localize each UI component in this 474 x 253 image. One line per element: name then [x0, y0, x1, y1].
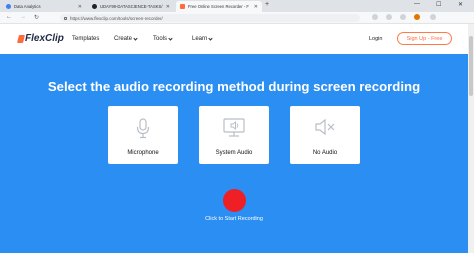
nav-tools-label: Tools	[153, 36, 168, 42]
signup-button[interactable]: Sign Up - Free	[397, 32, 452, 45]
microphone-icon	[136, 118, 150, 139]
browser-toolbar: ← → ↻ https://www.flexclip.com/tools/scr…	[0, 12, 474, 24]
close-tab-icon[interactable]: ✕	[78, 4, 82, 10]
system-audio-option-card[interactable]: System Audio	[199, 106, 269, 164]
address-bar[interactable]: https://www.flexclip.com/tools/screen-re…	[60, 14, 360, 22]
nav-templates[interactable]: Templates	[72, 36, 99, 42]
page-title: Select the audio recording method during…	[47, 79, 421, 94]
data-analytics-favicon-icon	[6, 4, 11, 9]
back-button[interactable]: ←	[6, 14, 12, 20]
logo-text: FlexClip	[25, 33, 64, 44]
forward-button[interactable]: →	[20, 14, 26, 20]
nav-tools[interactable]: Tools	[153, 35, 173, 42]
close-tab-icon[interactable]: ✕	[166, 4, 170, 10]
browser-tab-flexclip[interactable]: Free Online Screen Recorder - F ✕	[176, 1, 262, 12]
browser-tab-data-analytics[interactable]: Data Analytics ✕	[2, 1, 86, 12]
scrollbar-thumb[interactable]	[469, 36, 473, 96]
flexclip-logo-mark-icon	[17, 34, 25, 43]
nav-templates-label: Templates	[72, 36, 100, 42]
nav-create-label: Create	[114, 36, 133, 42]
browser-tab-github[interactable]: UDAY99-DATASCIENCE-TASKS/ ✕	[88, 1, 174, 12]
no-audio-option-label: No Audio	[312, 150, 338, 156]
close-tab-icon[interactable]: ✕	[254, 4, 258, 10]
minimize-button[interactable]: —	[414, 1, 420, 7]
collections-icon[interactable]	[400, 14, 406, 20]
start-recording-label: Click to Start Recording	[205, 216, 263, 222]
tab-title: Data Analytics	[14, 4, 41, 9]
close-window-button[interactable]: ✕	[458, 1, 463, 8]
microphone-option-label: Microphone	[127, 150, 159, 156]
tab-title: Free Online Screen Recorder - F	[188, 4, 249, 9]
extension-icon[interactable]	[372, 14, 378, 20]
url-text: https://www.flexclip.com/tools/screen-re…	[70, 15, 163, 21]
maximize-button[interactable]: ☐	[436, 1, 441, 8]
nav-create[interactable]: Create	[114, 35, 138, 42]
system-audio-option-label: System Audio	[215, 150, 253, 156]
nav-learn[interactable]: Learn	[192, 35, 213, 42]
system-audio-icon	[223, 118, 245, 137]
profile-avatar-icon[interactable]	[414, 14, 420, 20]
flexclip-logo[interactable]: FlexClip	[17, 33, 64, 44]
new-tab-button[interactable]: +	[265, 1, 269, 8]
tab-title: UDAY99-DATASCIENCE-TASKS/	[100, 4, 163, 9]
favorites-icon[interactable]	[386, 14, 392, 20]
muted-speaker-icon	[315, 118, 335, 136]
nav-learn-label: Learn	[192, 36, 208, 42]
browser-tab-strip: Data Analytics ✕ UDAY99-DATASCIENCE-TASK…	[0, 0, 474, 12]
site-header: FlexClip Templates Create Tools Learn Lo…	[0, 25, 468, 54]
chevron-down-icon	[168, 35, 173, 41]
recorder-panel: Select the audio recording method during…	[0, 54, 468, 253]
settings-menu-icon[interactable]	[430, 14, 436, 20]
chevron-down-icon	[133, 35, 138, 41]
login-button[interactable]: Login	[369, 36, 382, 42]
page-scrollbar[interactable]	[468, 24, 474, 253]
start-recording-button[interactable]	[223, 189, 246, 212]
reload-button[interactable]: ↻	[34, 14, 39, 21]
github-favicon-icon	[92, 4, 97, 9]
microphone-option-card[interactable]: Microphone	[108, 106, 178, 164]
no-audio-option-card[interactable]: No Audio	[290, 106, 360, 164]
lock-icon	[64, 16, 67, 20]
flexclip-favicon-icon	[180, 4, 185, 9]
chevron-down-icon	[208, 35, 213, 41]
